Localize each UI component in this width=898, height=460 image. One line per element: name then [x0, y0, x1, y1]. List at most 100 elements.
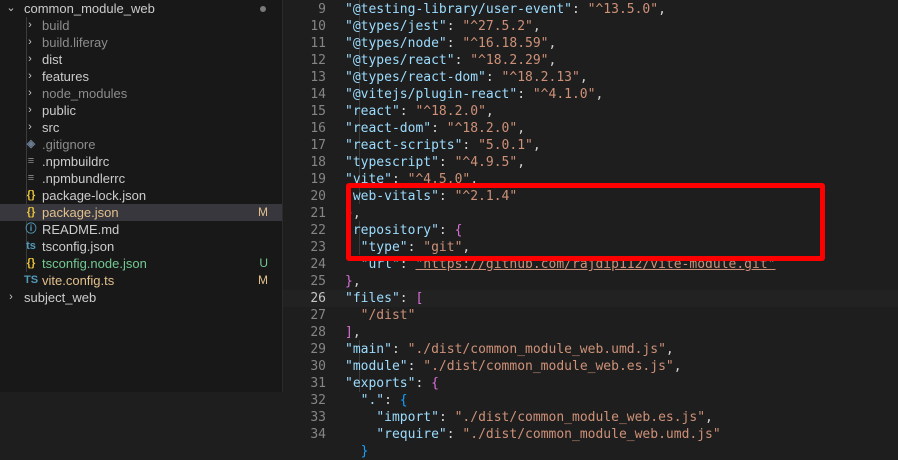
code-text: "module": "./dist/common_module_web.es.j…	[345, 358, 682, 375]
code-line[interactable]: 11 "@types/node": "^16.18.59",	[283, 35, 898, 52]
git-status-badge: M	[258, 273, 268, 287]
code-line[interactable]: 16 "react-dom": "^18.2.0",	[283, 120, 898, 137]
json-icon: {}	[26, 189, 36, 201]
code-token: :	[517, 87, 533, 102]
tree-folder[interactable]: › build	[0, 17, 282, 34]
code-line[interactable]: 27 "/dist"	[283, 307, 898, 324]
tree-item-label: build	[42, 18, 70, 33]
code-line[interactable]: 28],	[283, 324, 898, 341]
line-number: 32	[310, 393, 326, 408]
code-line[interactable]: 25},	[283, 273, 898, 290]
tree-folder[interactable]: › build.liferay	[0, 34, 282, 51]
code-text: "@types/react": "^18.2.29",	[345, 52, 556, 69]
code-token: ,	[673, 359, 682, 374]
code-token: "^13.5.0"	[587, 2, 659, 17]
line-number: 13	[310, 70, 326, 85]
code-token: "@types/react-dom"	[345, 70, 486, 85]
tree-file[interactable]: ≡ .npmbundlerrc	[0, 170, 282, 187]
code-token: ,	[665, 342, 674, 357]
code-token: :	[399, 291, 416, 306]
tree-file[interactable]: ts tsconfig.json	[0, 238, 282, 255]
code-text: "/dist"	[345, 307, 416, 324]
git-status-badge: M	[258, 205, 268, 219]
json-icon: {}	[26, 257, 36, 269]
code-token: :	[384, 393, 400, 408]
code-token: :	[446, 427, 463, 442]
code-line[interactable]: 12 "@types/react": "^18.2.29",	[283, 52, 898, 69]
line-number: 26	[310, 291, 326, 306]
code-token: "5.0.1"	[478, 138, 533, 153]
tree-item-label: tsconfig.json	[42, 239, 115, 254]
code-token: :	[485, 70, 502, 85]
code-line[interactable]: 10 "@types/jest": "^27.5.2",	[283, 18, 898, 35]
code-line[interactable]: }	[283, 443, 898, 460]
code-text: "typescript": "^4.9.5",	[345, 154, 525, 171]
code-line[interactable]: 17 "react-scripts": "5.0.1",	[283, 137, 898, 154]
code-token: ,	[532, 138, 541, 153]
code-line[interactable]: 33 "import": "./dist/common_module_web.e…	[283, 409, 898, 426]
json-icon: {}	[26, 206, 36, 218]
tree-file[interactable]: TS vite.config.ts M	[0, 272, 282, 289]
git-icon: ◈	[26, 138, 36, 150]
code-token: "./dist/common_module_web.es.js"	[454, 410, 706, 425]
tree-file[interactable]: ◈ .gitignore	[0, 136, 282, 153]
code-token: "require"	[376, 427, 447, 442]
tree-file[interactable]: ⓘ README.md	[0, 221, 282, 238]
code-token: "main"	[345, 342, 392, 357]
code-token: "."	[360, 393, 385, 408]
tree-file[interactable]: {} package.json M	[0, 204, 282, 221]
code-line[interactable]: 34 "require": "./dist/common_module_web.…	[283, 426, 898, 443]
code-line[interactable]: 13 "@types/react-dom": "^18.2.13",	[283, 69, 898, 86]
code-token: "module"	[345, 359, 408, 374]
tree-item-label: public	[42, 103, 76, 118]
code-token: ]	[345, 325, 353, 340]
tree-item-label: node_modules	[42, 86, 128, 101]
code-line[interactable]: 31 "exports": {	[283, 375, 898, 392]
code-token: :	[438, 410, 455, 425]
modified-dot-icon	[260, 6, 266, 12]
line-number: 20	[310, 189, 326, 204]
code-token: ,	[579, 70, 588, 85]
code-token: "^4.9.5"	[454, 155, 518, 170]
code-text: "require": "./dist/common_module_web.umd…	[345, 426, 721, 443]
code-line[interactable]: 14 "@vitejs/plugin-react": "^4.1.0",	[283, 86, 898, 103]
line-number: 19	[310, 172, 326, 187]
code-token: "./dist/common_module_web.umd.js"	[462, 427, 721, 442]
code-line[interactable]: 15 "react": "^18.2.0",	[283, 103, 898, 120]
tree-file[interactable]: {} tsconfig.node.json U	[0, 255, 282, 272]
code-token: ,	[595, 87, 604, 102]
line-number: 9	[318, 2, 326, 17]
code-line[interactable]: 32 ".": {	[283, 392, 898, 409]
code-line[interactable]: 29 "main": "./dist/common_module_web.umd.…	[283, 341, 898, 358]
tree-sibling-folder[interactable]: › subject_web	[0, 289, 282, 306]
code-token: :	[407, 359, 424, 374]
code-line[interactable]: 26 "files": [	[283, 290, 898, 307]
tree-file[interactable]: {} package-lock.json	[0, 187, 282, 204]
code-token: {	[431, 376, 439, 391]
annotation-highlight-box	[346, 183, 825, 261]
code-text: "react-scripts": "5.0.1",	[345, 137, 541, 154]
code-token: }	[360, 444, 369, 459]
code-line[interactable]: 9 "@testing-library/user-event": "^13.5.0…	[283, 1, 898, 18]
tree-folder[interactable]: › src	[0, 119, 282, 136]
tree-item-label: features	[42, 69, 89, 84]
line-number: 34	[310, 427, 326, 442]
code-token: "^18.2.0"	[415, 104, 486, 119]
tree-folder[interactable]: › node_modules	[0, 85, 282, 102]
code-text: "@types/jest": "^27.5.2",	[345, 18, 541, 35]
lines-icon: ≡	[27, 172, 35, 184]
tree-folder[interactable]: › public	[0, 102, 282, 119]
code-line[interactable]: 18 "typescript": "^4.9.5",	[283, 154, 898, 171]
tree-folder[interactable]: › features	[0, 68, 282, 85]
code-token: "./dist/common_module_web.es.js"	[423, 359, 674, 374]
tree-folder[interactable]: › dist	[0, 51, 282, 68]
code-token: "exports"	[345, 376, 416, 391]
tree-item-label: vite.config.ts	[42, 273, 115, 288]
code-line[interactable]: 30 "module": "./dist/common_module_web.es…	[283, 358, 898, 375]
tree-root-folder[interactable]: ⌄ common_module_web	[0, 0, 282, 17]
tree-file[interactable]: ≡ .npmbuildrc	[0, 153, 282, 170]
code-text: ],	[345, 324, 361, 341]
code-token: :	[415, 376, 432, 391]
